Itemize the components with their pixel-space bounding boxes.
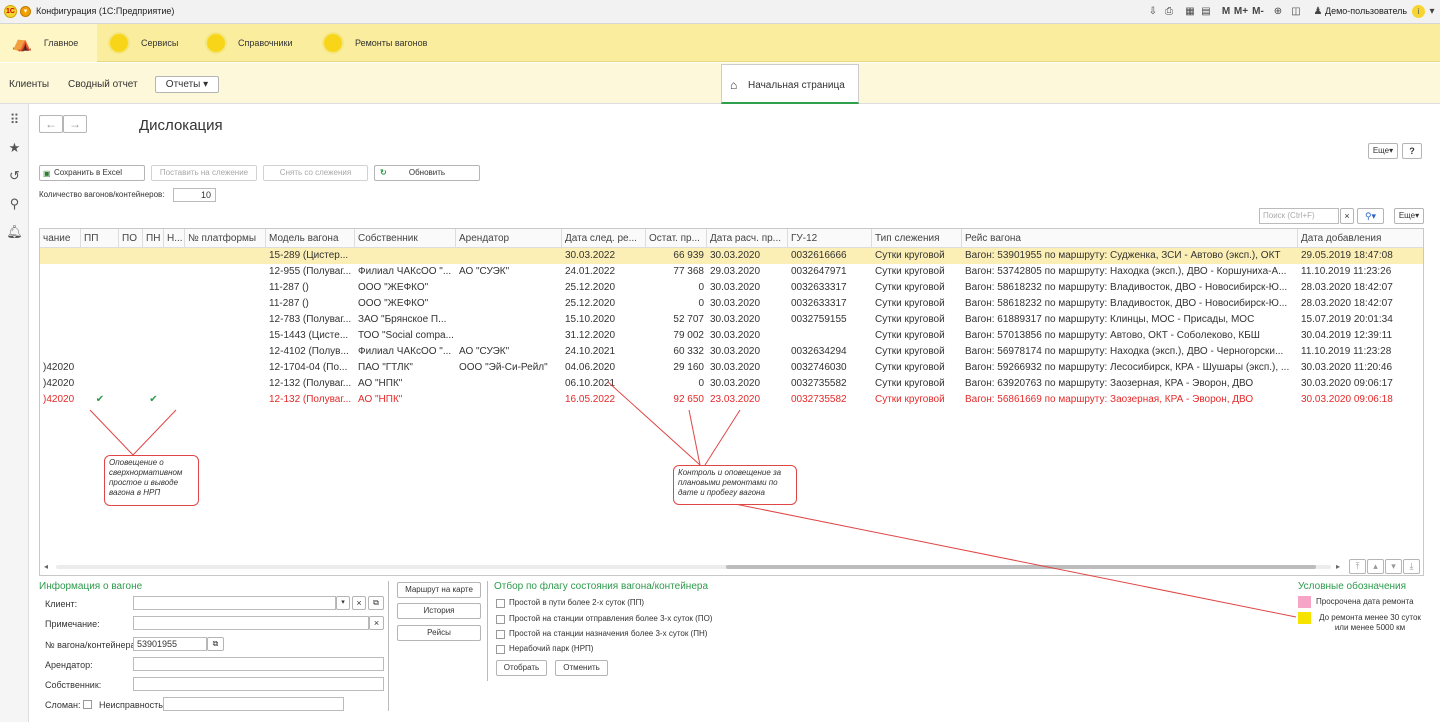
filter-nrp-label: Нерабочий парк (НРП) <box>509 644 594 653</box>
callout-lines <box>89 381 1297 618</box>
filter-nrp-checkbox[interactable] <box>496 645 505 654</box>
divider <box>388 581 389 711</box>
lessee-label: Арендатор: <box>45 660 93 670</box>
client-clear-button[interactable]: × <box>352 596 366 610</box>
legend-overdue-swatch <box>1298 596 1311 608</box>
lessee-field[interactable] <box>133 657 384 671</box>
trips-button[interactable]: Рейсы <box>397 625 481 641</box>
callout-line <box>729 502 1297 618</box>
note-field[interactable] <box>133 616 369 630</box>
note-clear-button[interactable]: × <box>369 616 384 630</box>
legend-soon-swatch <box>1298 612 1311 624</box>
callout-line <box>704 409 741 466</box>
filter-title: Отбор по флагу состояния вагона/контейне… <box>494 581 708 592</box>
cancel-filter-button[interactable]: Отменить <box>555 660 608 676</box>
legend-soon-label: До ремонта менее 30 суток или менее 5000… <box>1319 613 1421 632</box>
divider <box>487 581 488 681</box>
legend-overdue-label: Просрочена дата ремонта <box>1316 597 1414 606</box>
wagon-number-field[interactable]: 53901955 <box>133 637 207 651</box>
filter-po-checkbox[interactable] <box>496 615 505 624</box>
fault-label: Неисправность: <box>99 700 166 710</box>
callout-line <box>89 409 134 456</box>
fault-field[interactable] <box>163 697 344 711</box>
callout-line <box>132 409 177 456</box>
wagon-open-icon[interactable]: ⧉ <box>207 637 224 651</box>
owner-label: Собственник: <box>45 680 102 690</box>
filter-pp-label: Простой в пути более 2-х суток (ПП) <box>509 598 645 607</box>
broken-label: Сломан: <box>45 700 81 710</box>
client-open-icon[interactable]: ⧉ <box>368 596 384 610</box>
client-dropdown-button[interactable]: ▾ <box>336 596 350 610</box>
filter-pn-label: Простой на станции назначения более 3-х … <box>509 629 708 638</box>
callout-line <box>607 381 701 466</box>
filter-po-label: Простой на станции отправления более 3-х… <box>509 614 713 623</box>
wagon-info-title: Информация о вагоне <box>39 581 143 592</box>
callout-downtime: Оповещение о сверхнормативном простое и … <box>104 455 199 506</box>
apply-filter-button[interactable]: Отобрать <box>496 660 547 676</box>
client-label: Клиент: <box>45 599 78 609</box>
broken-checkbox[interactable] <box>83 700 92 709</box>
wagon-number-label: № вагона/контейнера: <box>45 640 138 650</box>
filter-pp-checkbox[interactable] <box>496 599 505 608</box>
note-label: Примечание: <box>45 619 100 629</box>
callout-repairs: Контроль и оповещение за плановыми ремон… <box>673 465 797 505</box>
owner-field[interactable] <box>133 677 384 691</box>
legend-title: Условные обозначения <box>1298 581 1407 592</box>
history-button[interactable]: История <box>397 603 481 619</box>
client-field[interactable] <box>133 596 336 610</box>
route-map-button[interactable]: Маршрут на карте <box>397 582 481 598</box>
filter-pn-checkbox[interactable] <box>496 630 505 639</box>
